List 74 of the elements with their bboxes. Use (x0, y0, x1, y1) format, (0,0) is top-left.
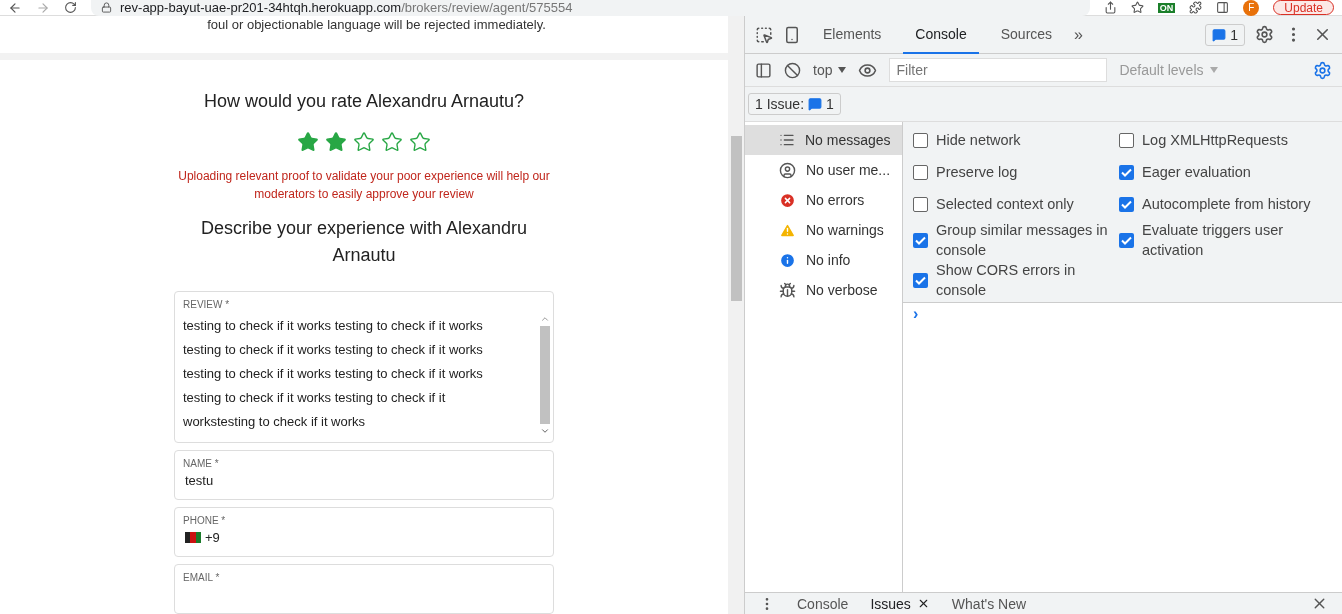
notice-text: foul or objectionable language will be rejected immediately. (206, 16, 547, 34)
more-tabs-button[interactable]: » (1074, 25, 1083, 44)
issues-badge[interactable]: 1 (1205, 23, 1245, 46)
devtools-tab[interactable]: Sources (988, 15, 1065, 54)
back-icon[interactable] (8, 0, 22, 15)
check-icon (915, 235, 926, 245)
review-field[interactable]: REVIEW * testing to check if it works testing to check if it works testing to check if it works testing to check if it works testing to check if it works testing to check if it works testing to check if it works testing to check if it workstesting to check if it works (174, 291, 554, 443)
reload-icon[interactable] (64, 1, 77, 14)
devtools-tab[interactable]: Elements (811, 15, 894, 54)
describe-heading: Describe your experience with Alexandru Arnautu (199, 217, 529, 267)
setting-checkbox[interactable]: Group similar messages in console (913, 220, 1119, 260)
rating-question: How would you rate Alexandru Arnautu? (203, 90, 525, 113)
list-icon (779, 132, 795, 148)
check-icon (1121, 167, 1132, 177)
info-icon (779, 251, 796, 269)
flag-icon (185, 532, 201, 543)
bookmark-icon[interactable] (1130, 1, 1144, 14)
extension-badge[interactable]: ON (1157, 2, 1176, 13)
side-panel-icon[interactable] (1216, 1, 1230, 14)
page-scrollbar[interactable] (728, 16, 745, 614)
check-icon (1121, 199, 1132, 209)
drawer-tab[interactable]: Console (797, 595, 849, 612)
caret-icon (1209, 67, 1218, 73)
proof-note: Uploading relevant proof to validate your poor experience will help our moderators to easily approve your review (177, 168, 551, 203)
phone-field[interactable]: PHONE * +9 (174, 507, 554, 557)
device-icon[interactable] (783, 25, 801, 44)
caret-icon (838, 67, 847, 73)
user-icon (779, 161, 796, 179)
setting-checkbox[interactable]: Preserve log (913, 156, 1119, 188)
setting-checkbox[interactable]: Evaluate triggers user activation (1119, 220, 1329, 260)
settings-icon[interactable] (1255, 25, 1274, 44)
lock-icon (101, 2, 112, 13)
setting-checkbox[interactable]: Hide network (913, 124, 1119, 156)
filter-input[interactable]: Filter (889, 58, 1108, 82)
inspect-icon[interactable] (755, 25, 773, 44)
sidebar-item[interactable]: No info (745, 245, 902, 275)
sidebar-item[interactable]: No messages (745, 125, 902, 155)
prompt-caret[interactable]: › (903, 303, 1342, 325)
address-bar[interactable]: rev-app-bayut-uae-pr201-34htqh.herokuapp.com/brokers/review/agent/575554 (91, 0, 1090, 16)
scroll-down-icon[interactable] (540, 426, 550, 436)
message-icon (1212, 27, 1227, 42)
bug-icon (779, 281, 796, 299)
filled-star-icon[interactable] (297, 131, 319, 153)
empty-star-icon[interactable] (409, 131, 431, 153)
scrollbar-thumb[interactable] (540, 326, 550, 424)
sidebar-item[interactable]: No user me... (745, 155, 902, 185)
context-dropdown[interactable]: top (813, 62, 847, 78)
clear-icon[interactable] (784, 61, 801, 79)
name-field[interactable]: NAME * testu (174, 450, 554, 500)
setting-checkbox[interactable]: Show CORS errors in console (913, 260, 1119, 300)
sidebar-item[interactable]: No errors (745, 185, 902, 215)
email-field[interactable]: EMAIL * (174, 564, 554, 614)
sidebar-item[interactable]: No verbose (745, 275, 902, 305)
warning-icon (779, 221, 796, 239)
setting-checkbox[interactable]: Selected context only (913, 188, 1119, 220)
drawer-tab[interactable]: Issues (870, 595, 911, 612)
check-icon (1121, 235, 1132, 245)
setting-checkbox[interactable]: Eager evaluation (1119, 156, 1329, 188)
empty-star-icon[interactable] (381, 131, 403, 153)
filled-star-icon[interactable] (325, 131, 347, 153)
extensions-icon[interactable] (1189, 1, 1203, 14)
sidebar-toggle-icon[interactable] (755, 61, 772, 79)
error-icon (779, 191, 796, 209)
console-settings-icon[interactable] (1313, 60, 1332, 80)
message-icon (808, 97, 823, 111)
drawer-tab[interactable]: What's New (951, 595, 1027, 612)
sidebar-item[interactable]: No warnings (745, 215, 902, 245)
check-icon (915, 275, 926, 285)
issues-button[interactable]: 1 Issue: 1 (748, 93, 841, 115)
setting-checkbox[interactable]: Log XMLHttpRequests (1119, 124, 1329, 156)
empty-star-icon[interactable] (353, 131, 375, 153)
setting-checkbox[interactable]: Autocomplete from history (1119, 188, 1329, 220)
update-button[interactable]: Update (1273, 0, 1334, 15)
share-icon[interactable] (1103, 1, 1117, 14)
